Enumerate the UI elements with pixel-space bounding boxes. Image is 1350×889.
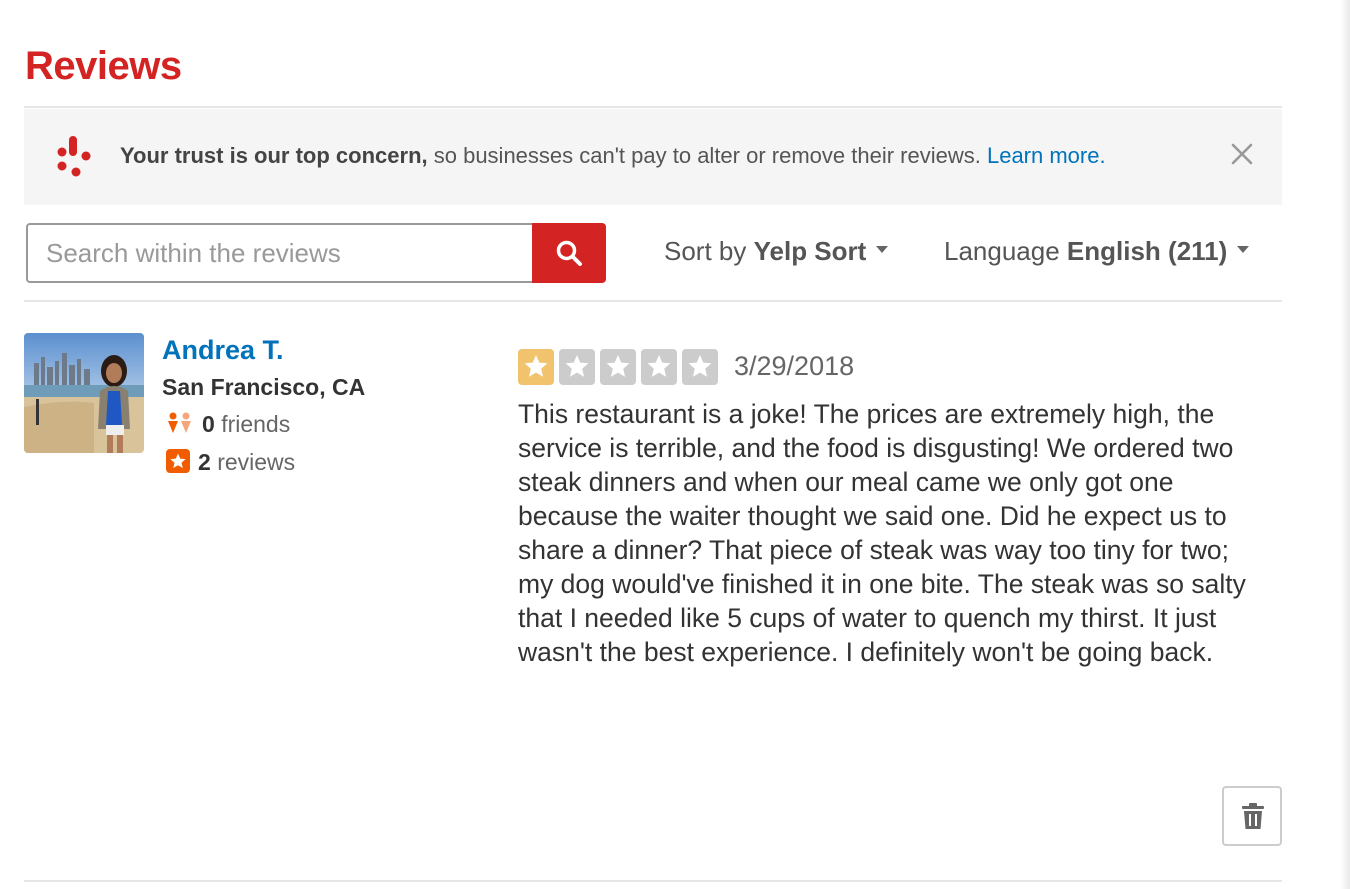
reviews-label: reviews [217,449,296,475]
user-location: San Francisco, CA [162,374,366,400]
language-label: Language [944,236,1060,266]
friends-icon [168,412,191,433]
chevron-down-icon [1237,245,1250,253]
friends-count: 0 friends [166,411,290,438]
trust-message-bold: Your trust is our top concern, [120,143,428,168]
search-input[interactable] [28,225,530,281]
language-value: English (211) [1066,236,1228,266]
trust-message-body: so businesses can't pay to alter or remo… [427,143,987,168]
reviews-number: 2 [198,449,211,475]
page-title: Reviews [25,44,182,88]
trash-icon [1242,803,1264,829]
avatar[interactable] [24,333,144,453]
friends-label: friends [221,411,291,437]
review-search [26,223,606,283]
divider [24,106,1282,108]
trust-banner: Your trust is our top concern, so busine… [24,109,1282,205]
review-text: This restaurant is a joke! The prices ar… [518,399,1246,667]
star-rating [518,349,718,385]
review-date: 3/29/2018 [734,351,855,381]
chevron-down-icon [876,245,889,253]
page-edge-shadow [1340,0,1350,889]
search-button[interactable] [532,223,606,283]
sort-label: Sort by [664,236,747,266]
review-star-icon [166,449,190,473]
divider [24,880,1282,882]
delete-button[interactable] [1222,786,1282,846]
star-empty-icon [559,349,595,385]
sort-value: Yelp Sort [753,236,867,266]
divider [24,300,1282,302]
search-icon [556,240,582,266]
friends-number: 0 [202,411,215,437]
star-empty-icon [682,349,718,385]
learn-more-link[interactable]: Learn more. [987,143,1106,168]
star-filled-icon [518,349,554,385]
star-empty-icon [641,349,677,385]
sort-dropdown[interactable]: Sort by Yelp Sort [664,236,889,267]
reviews-count: 2 reviews [166,449,295,476]
trust-message: Your trust is our top concern, so busine… [120,143,1106,169]
user-name-link[interactable]: Andrea T. [162,335,284,366]
close-icon[interactable] [1230,142,1254,166]
star-empty-icon [600,349,636,385]
language-dropdown[interactable]: Language English (211) [944,236,1250,267]
yelp-burst-icon [57,136,91,177]
